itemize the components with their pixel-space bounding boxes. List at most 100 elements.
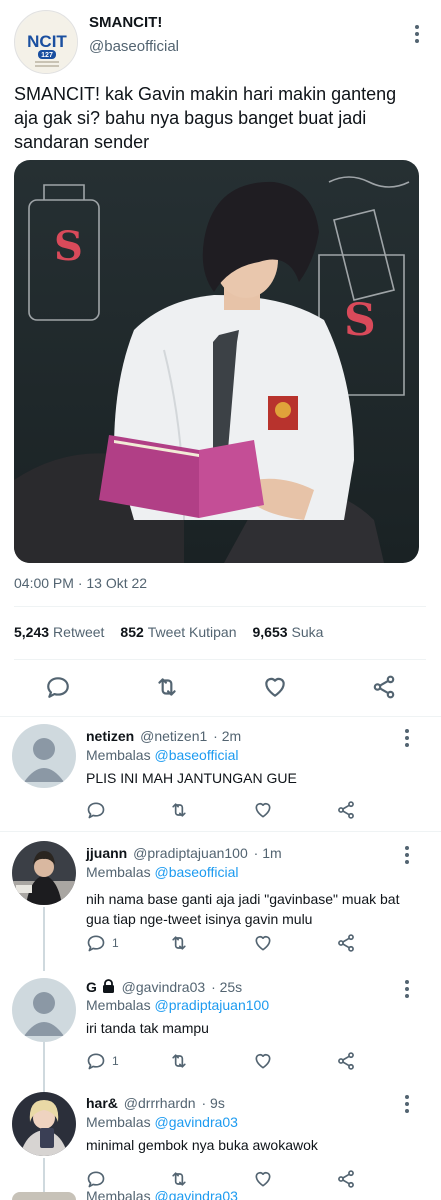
share-icon bbox=[338, 934, 354, 952]
reply-name[interactable]: G bbox=[86, 979, 97, 995]
like-icon bbox=[255, 935, 271, 951]
ncit-logo-icon: NCIT 127 bbox=[16, 12, 77, 73]
share-button[interactable] bbox=[336, 799, 356, 821]
reply-name[interactable]: har& bbox=[86, 1095, 118, 1111]
partial-avatar[interactable] bbox=[12, 1192, 76, 1200]
main-tweet-actions bbox=[0, 672, 441, 702]
like-stat[interactable]: 9,653 Suka bbox=[253, 624, 324, 642]
reply-header: netizen @netizen1 · 2m bbox=[86, 728, 241, 744]
reply-icon[interactable] bbox=[45, 674, 71, 700]
divider bbox=[14, 606, 426, 607]
replying-to: Membalas @gavindra03 bbox=[86, 1114, 238, 1130]
main-tweet-photo[interactable]: S S bbox=[14, 160, 419, 563]
reply-icon bbox=[87, 1053, 105, 1070]
svg-text:127: 127 bbox=[41, 52, 53, 59]
share-button[interactable] bbox=[336, 1050, 356, 1072]
more-options-icon[interactable] bbox=[397, 977, 417, 1001]
reply-button[interactable] bbox=[86, 1168, 112, 1190]
like-icon[interactable] bbox=[262, 674, 288, 700]
retweet-stat[interactable]: 5,243 Retweet bbox=[14, 624, 104, 642]
reply-actions: 1 bbox=[86, 1050, 366, 1072]
reply-button[interactable]: 1 bbox=[86, 1050, 119, 1072]
retweet-button[interactable] bbox=[169, 932, 189, 954]
like-button[interactable] bbox=[253, 799, 273, 821]
photo-avatar[interactable] bbox=[12, 841, 76, 905]
default-avatar-icon bbox=[12, 724, 76, 788]
like-button[interactable] bbox=[253, 932, 273, 954]
replying-to-link[interactable]: @baseofficial bbox=[154, 747, 238, 763]
reply-tweet[interactable]: G @gavindra03 · 25s Membalas @pradiptaju… bbox=[0, 971, 441, 1085]
replying-to-link[interactable]: @gavindra03 bbox=[154, 1114, 238, 1130]
retweet-icon bbox=[172, 1172, 186, 1186]
partial-replying-to: Membalas @gavindra03 bbox=[86, 1188, 238, 1200]
retweet-button[interactable] bbox=[169, 1050, 189, 1072]
retweet-icon bbox=[172, 1054, 186, 1068]
main-avatar[interactable]: NCIT 127 bbox=[14, 10, 78, 74]
default-avatar[interactable] bbox=[12, 724, 76, 788]
replying-to: Membalas @pradiptajuan100 bbox=[86, 997, 270, 1013]
share-button[interactable] bbox=[336, 932, 356, 954]
reply-time: · 25s bbox=[211, 979, 243, 995]
photo-illustration: S S bbox=[14, 160, 419, 563]
reply-header: G @gavindra03 · 25s bbox=[86, 979, 242, 995]
reply-time: · 9s bbox=[201, 1095, 225, 1111]
retweet-icon bbox=[172, 803, 186, 817]
reply-actions: 1 bbox=[86, 932, 366, 954]
reply-header: jjuann @pradiptajuan100 · 1m bbox=[86, 845, 282, 861]
reply-button[interactable] bbox=[86, 799, 112, 821]
reply-icon bbox=[87, 935, 105, 952]
replying-to-link[interactable]: @pradiptajuan100 bbox=[154, 997, 269, 1013]
more-options-icon[interactable] bbox=[397, 726, 417, 750]
reply-handle[interactable]: @netizen1 bbox=[140, 728, 207, 744]
like-icon bbox=[255, 1053, 271, 1069]
default-avatar-icon bbox=[12, 978, 76, 1042]
reply-actions bbox=[86, 799, 366, 821]
share-icon bbox=[338, 1052, 354, 1070]
user-photo-icon bbox=[12, 841, 76, 905]
reply-button[interactable]: 1 bbox=[86, 932, 119, 954]
like-button[interactable] bbox=[253, 1050, 273, 1072]
svg-text:NCIT: NCIT bbox=[27, 32, 67, 51]
more-options-icon[interactable] bbox=[397, 1092, 417, 1116]
reply-name[interactable]: netizen bbox=[86, 728, 134, 744]
main-tweet-header: NCIT 127 SMANCIT! @baseofficial bbox=[14, 10, 427, 74]
user-photo-icon bbox=[12, 1092, 76, 1156]
more-options-icon[interactable] bbox=[397, 843, 417, 867]
retweet-icon[interactable] bbox=[154, 674, 180, 700]
reply-time: · 2m bbox=[213, 728, 242, 744]
reply-tweet[interactable]: jjuann @pradiptajuan100 · 1m Membalas @b… bbox=[0, 831, 441, 971]
main-handle[interactable]: @baseofficial bbox=[89, 38, 179, 55]
reply-text: nih nama base ganti aja jadi "gavinbase"… bbox=[86, 891, 400, 927]
more-options-icon[interactable] bbox=[407, 22, 427, 46]
reply-text: iri tanda tak mampu bbox=[86, 1020, 209, 1036]
reply-handle[interactable]: @pradiptajuan100 bbox=[133, 845, 248, 861]
photo-avatar[interactable] bbox=[12, 1092, 76, 1156]
tweet-stats: 5,243 Retweet 852 Tweet Kutipan 9,653 Suka bbox=[14, 624, 339, 642]
replying-to: Membalas @baseofficial bbox=[86, 747, 239, 763]
replying-to-link[interactable]: @baseofficial bbox=[154, 864, 238, 880]
retweet-button[interactable] bbox=[169, 799, 189, 821]
lock-icon bbox=[102, 979, 114, 993]
retweet-button[interactable] bbox=[169, 1168, 189, 1190]
like-icon bbox=[255, 802, 271, 818]
reply-text: minimal gembok nya buka awokawok bbox=[86, 1137, 318, 1153]
quote-stat[interactable]: 852 Tweet Kutipan bbox=[120, 624, 236, 642]
reply-tweet[interactable]: har& @drrrhardn · 9s Membalas @gavindra0… bbox=[0, 1086, 441, 1192]
reply-name[interactable]: jjuann bbox=[86, 845, 127, 861]
reply-handle[interactable]: @gavindra03 bbox=[122, 979, 206, 995]
reply-icon bbox=[87, 802, 105, 819]
like-icon bbox=[255, 1171, 271, 1187]
main-display-name[interactable]: SMANCIT! bbox=[89, 14, 162, 31]
reply-handle[interactable]: @drrrhardn bbox=[124, 1095, 196, 1111]
reply-tweet[interactable]: netizen @netizen1 · 2m Membalas @baseoff… bbox=[0, 716, 441, 830]
like-button[interactable] bbox=[253, 1168, 273, 1190]
main-tweet-timestamp: 04:00 PM · 13 Okt 22 bbox=[14, 575, 148, 591]
retweet-icon bbox=[172, 936, 186, 950]
reply-header: har& @drrrhardn · 9s bbox=[86, 1095, 225, 1111]
default-avatar[interactable] bbox=[12, 978, 76, 1042]
reply-text: PLIS INI MAH JANTUNGAN GUE bbox=[86, 770, 297, 786]
share-button[interactable] bbox=[336, 1168, 356, 1190]
share-icon[interactable] bbox=[371, 674, 397, 700]
reply-time: · 1m bbox=[253, 845, 282, 861]
replying-to: Membalas @baseofficial bbox=[86, 864, 239, 880]
